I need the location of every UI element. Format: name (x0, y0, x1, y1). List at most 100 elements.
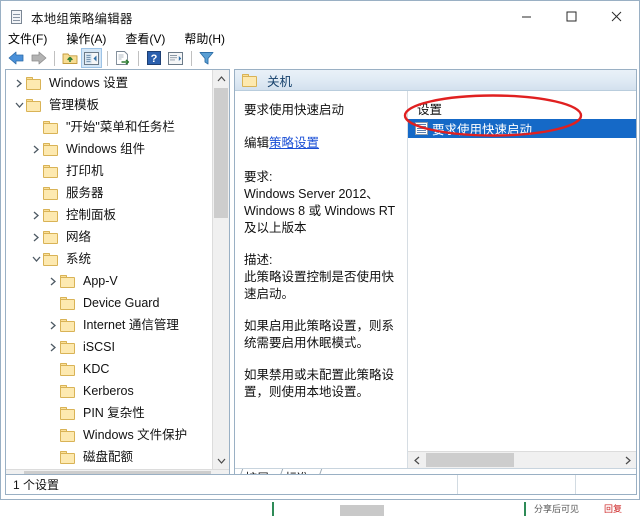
up-one-level-icon[interactable] (59, 48, 80, 68)
filter-icon[interactable] (196, 48, 217, 68)
folder-icon (43, 164, 59, 178)
chevron-right-icon[interactable] (29, 204, 43, 226)
tree-item-4[interactable]: 打印机 (6, 160, 212, 182)
window-controls (504, 1, 639, 31)
folder-icon (43, 208, 59, 222)
screenshot-root: 本地组策略编辑器 文件(F) 操作(A) 查看(V) 帮助(H) ? Windo… (0, 0, 640, 516)
toolbar-separator (191, 50, 192, 66)
console-tree-pane: Windows 设置 管理模板 "开始"菜单和任务栏 Windows 组件 打印机 服务器… (5, 69, 230, 487)
chevron-right-icon[interactable] (29, 138, 43, 160)
tree-item-8[interactable]: 系统 (6, 248, 212, 270)
tree-item-label: App-V (83, 273, 118, 288)
tree-item-13[interactable]: KDC (6, 358, 212, 380)
tree-item-16[interactable]: Windows 文件保护 (6, 424, 212, 446)
folder-icon (43, 142, 59, 156)
tree-item-label: 控制面板 (66, 207, 117, 222)
tree-twisty-placeholder (29, 116, 43, 138)
chevron-down-icon[interactable] (12, 94, 26, 116)
menu-item-view[interactable]: 查看(V) (125, 30, 165, 47)
tree-item-7[interactable]: 网络 (6, 226, 212, 248)
tree-item-11[interactable]: Internet 通信管理 (6, 314, 212, 336)
tree-item-label: "开始"菜单和任务栏 (66, 119, 175, 134)
policy-description-column: 要求使用快速启动 编辑策略设置 要求: Windows Server 2012、… (235, 91, 407, 468)
description-paragraph-1: 此策略设置控制是否使用快速启动。 (244, 270, 395, 301)
chevron-right-icon[interactable] (46, 336, 60, 358)
tree-item-label: Internet 通信管理 (83, 317, 179, 332)
tree-item-17[interactable]: 磁盘配额 (6, 446, 212, 468)
tree-item-2[interactable]: "开始"菜单和任务栏 (6, 116, 212, 138)
details-header: 关机 (235, 70, 636, 91)
group-policy-editor-window: 本地组策略编辑器 文件(F) 操作(A) 查看(V) 帮助(H) ? Windo… (0, 0, 640, 500)
tree-item-6[interactable]: 控制面板 (6, 204, 212, 226)
folder-icon (43, 252, 59, 266)
toolbar-separator (138, 50, 139, 66)
tree-item-label: 系统 (66, 251, 92, 266)
settings-list-header: 设置 (417, 103, 443, 117)
tree-item-label: Windows 设置 (49, 75, 129, 90)
tree-item-5[interactable]: 服务器 (6, 182, 212, 204)
chevron-right-icon[interactable] (46, 270, 60, 292)
minimize-button[interactable] (504, 1, 549, 31)
tree-item-label: KDC (83, 361, 110, 376)
tree-item-label: PIN 复杂性 (83, 405, 145, 420)
details-header-title: 关机 (267, 74, 293, 89)
tree-item-label: iSCSI (83, 339, 115, 354)
edit-policy-setting-link[interactable]: 策略设置 (269, 136, 319, 150)
strip-text-2: 回复 (604, 504, 623, 514)
tree-item-0[interactable]: Windows 设置 (6, 72, 212, 94)
menu-item-action[interactable]: 操作(A) (66, 30, 106, 47)
tree-vscroll-thumb[interactable] (214, 88, 228, 218)
tree-twisty-placeholder (46, 358, 60, 380)
description-label: 描述: (244, 253, 273, 267)
settings-list-row-label: 要求使用快速启动 (432, 123, 533, 137)
settings-list-row[interactable]: 要求使用快速启动 (408, 119, 636, 138)
folder-icon (43, 186, 59, 200)
settings-list-horizontal-scrollbar[interactable] (408, 451, 636, 468)
tree-vertical-scrollbar[interactable] (212, 70, 229, 469)
scroll-left-icon[interactable] (408, 452, 425, 468)
tree-item-label: Kerberos (83, 383, 134, 398)
tree-item-10[interactable]: Device Guard (6, 292, 212, 314)
tree-twisty-placeholder (46, 424, 60, 446)
tree-item-3[interactable]: Windows 组件 (6, 138, 212, 160)
tree-twisty-placeholder (46, 402, 60, 424)
help-icon[interactable]: ? (143, 48, 164, 68)
tree-item-15[interactable]: PIN 复杂性 (6, 402, 212, 424)
folder-icon (60, 274, 76, 288)
tree-twisty-placeholder (46, 380, 60, 402)
tree-item-1[interactable]: 管理模板 (6, 94, 212, 116)
strip-block-1 (340, 505, 384, 516)
chevron-right-icon[interactable] (29, 226, 43, 248)
status-bar-segment-3 (576, 475, 636, 494)
settings-list-hscroll-thumb[interactable] (426, 453, 514, 467)
menu-item-file[interactable]: 文件(F) (8, 30, 47, 47)
show-hide-console-tree-icon[interactable] (81, 48, 102, 68)
back-arrow-icon[interactable] (6, 48, 27, 68)
tree-twisty-placeholder (46, 446, 60, 468)
main-split: Windows 设置 管理模板 "开始"菜单和任务栏 Windows 组件 打印机 服务器… (5, 69, 637, 487)
close-button[interactable] (594, 1, 639, 31)
settings-list-column: 设置 要求使用快速启动 (408, 91, 636, 468)
scroll-up-icon[interactable] (213, 70, 229, 87)
folder-icon (242, 73, 258, 87)
tree-item-9[interactable]: App-V (6, 270, 212, 292)
folder-icon (26, 98, 42, 112)
tree-item-label: Windows 文件保护 (83, 427, 188, 442)
maximize-button[interactable] (549, 1, 594, 31)
forward-arrow-icon[interactable] (28, 48, 49, 68)
scroll-down-icon[interactable] (213, 452, 229, 469)
folder-icon (60, 362, 76, 376)
strip-text-1: 分享后可见 (534, 504, 580, 514)
scroll-right-icon[interactable] (619, 452, 636, 468)
properties-icon[interactable] (165, 48, 186, 68)
tree-item-14[interactable]: Kerberos (6, 380, 212, 402)
tree-item-label: 管理模板 (49, 97, 100, 112)
chevron-right-icon[interactable] (46, 314, 60, 336)
tree-item-12[interactable]: iSCSI (6, 336, 212, 358)
chevron-down-icon[interactable] (29, 248, 43, 270)
strip-marker-1 (272, 502, 274, 516)
chevron-right-icon[interactable] (12, 72, 26, 94)
details-body: 要求使用快速启动 编辑策略设置 要求: Windows Server 2012、… (235, 91, 636, 468)
export-list-icon[interactable] (112, 48, 133, 68)
menu-item-help[interactable]: 帮助(H) (184, 30, 225, 47)
